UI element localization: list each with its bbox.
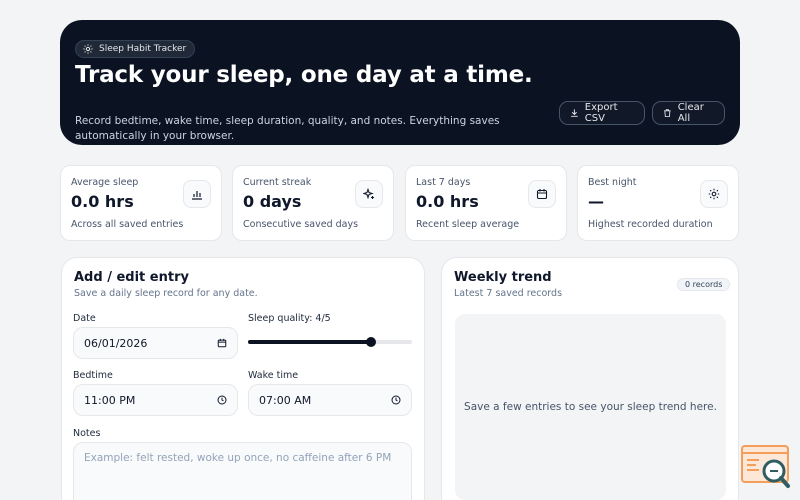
- trend-empty-state: Save a few entries to see your sleep tre…: [455, 314, 726, 500]
- sleep-quality-label: Sleep quality: 4/5: [248, 313, 331, 324]
- wake-time-label: Wake time: [248, 370, 299, 381]
- stat-label: Average sleep: [71, 177, 139, 188]
- bedtime-input[interactable]: 11:00 PM: [73, 384, 238, 416]
- stat-value: 0.0 hrs: [71, 192, 134, 211]
- sparkle-icon: [355, 180, 383, 208]
- stat-value: 0.0 hrs: [416, 192, 479, 211]
- page-title: Track your sleep, one day at a time.: [75, 62, 533, 88]
- notes-textarea[interactable]: Example: felt rested, woke up once, no c…: [73, 442, 412, 500]
- sun-icon: [83, 44, 93, 54]
- date-input[interactable]: 06/01/2026: [73, 327, 238, 359]
- stat-value: 0 days: [243, 192, 302, 211]
- entry-form-title: Add / edit entry: [74, 270, 189, 285]
- page-description: Record bedtime, wake time, sleep duratio…: [75, 115, 500, 142]
- stat-sub: Recent sleep average: [416, 219, 520, 230]
- notes-placeholder: Example: felt rested, woke up once, no c…: [84, 452, 392, 464]
- trash-icon: [664, 109, 671, 118]
- stat-label: Current streak: [243, 177, 312, 188]
- calendar-icon: [217, 338, 227, 348]
- weekly-trend-title: Weekly trend: [454, 270, 552, 285]
- stat-card-current-streak: Current streak 0 days Consecutive saved …: [232, 165, 394, 241]
- stat-sub: Consecutive saved days: [243, 219, 359, 230]
- stat-label: Best night: [588, 177, 637, 188]
- bedtime-value: 11:00 PM: [84, 393, 136, 407]
- slider-fill: [248, 340, 371, 344]
- slider-track: [248, 340, 412, 344]
- entry-form-subtitle: Save a daily sleep record for any date.: [74, 288, 258, 299]
- export-csv-button[interactable]: Export CSV: [559, 101, 645, 125]
- notes-label: Notes: [73, 428, 101, 439]
- trend-empty-text: Save a few entries to see your sleep tre…: [464, 401, 717, 413]
- stat-card-best-night: Best night — Highest recorded duration: [577, 165, 739, 241]
- download-icon: [571, 109, 578, 117]
- bar-chart-icon: [183, 180, 211, 208]
- stat-sub: Highest recorded duration: [588, 219, 713, 230]
- slider-thumb[interactable]: [366, 337, 376, 347]
- sun-icon: [700, 180, 728, 208]
- stat-card-average-sleep: Average sleep 0.0 hrs Across all saved e…: [60, 165, 222, 241]
- date-value: 06/01/2026: [84, 336, 148, 350]
- sleep-quality-slider[interactable]: [248, 337, 412, 347]
- date-label: Date: [73, 313, 96, 324]
- hero-banner: Sleep Habit Tracker Track your sleep, on…: [60, 20, 740, 145]
- clear-all-button[interactable]: Clear All: [652, 101, 725, 125]
- stat-value: —: [588, 192, 604, 211]
- app-badge-label: Sleep Habit Tracker: [99, 44, 187, 54]
- wake-time-value: 07:00 AM: [259, 393, 312, 407]
- bedtime-label: Bedtime: [73, 370, 113, 381]
- calendar-icon: [528, 180, 556, 208]
- stat-sub: Across all saved entries: [71, 219, 184, 230]
- clock-icon: [217, 395, 227, 405]
- stat-label: Last 7 days: [416, 177, 471, 188]
- search-widget-icon[interactable]: [741, 444, 791, 490]
- stat-card-last-7-days: Last 7 days 0.0 hrs Recent sleep average: [405, 165, 567, 241]
- clear-all-label: Clear All: [677, 102, 704, 124]
- app-badge: Sleep Habit Tracker: [75, 40, 196, 58]
- clock-icon: [391, 395, 401, 405]
- export-csv-label: Export CSV: [584, 102, 618, 124]
- wake-time-input[interactable]: 07:00 AM: [248, 384, 412, 416]
- records-count-badge: 0 records: [677, 278, 731, 291]
- weekly-trend-subtitle: Latest 7 saved records: [454, 288, 563, 299]
